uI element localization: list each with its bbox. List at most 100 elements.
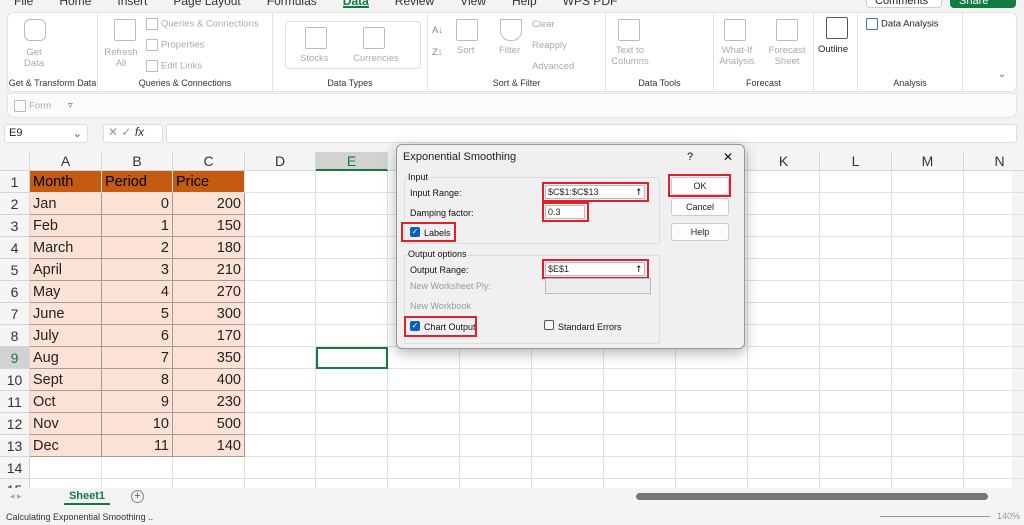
cell[interactable] (820, 391, 892, 413)
table-cell[interactable]: April (30, 259, 102, 281)
cell[interactable] (604, 369, 676, 391)
cell[interactable] (388, 435, 460, 457)
cell[interactable] (892, 281, 964, 303)
outline-button[interactable]: Outline (818, 44, 848, 55)
table-cell[interactable]: 3 (102, 259, 173, 281)
cell[interactable] (316, 369, 388, 391)
table-cell[interactable]: 1 (102, 215, 173, 237)
cell[interactable] (820, 215, 892, 237)
cell[interactable] (460, 347, 532, 369)
row-header-6[interactable]: 6 (0, 281, 30, 303)
cell[interactable] (388, 391, 460, 413)
cell[interactable] (820, 435, 892, 457)
cell[interactable] (460, 413, 532, 435)
cell[interactable] (964, 303, 1024, 325)
table-cell[interactable]: 9 (102, 391, 173, 413)
column-header-K[interactable]: K (748, 152, 820, 171)
cell[interactable] (892, 413, 964, 435)
scroll-tabs-icon[interactable]: ◂ ▸ (10, 491, 22, 502)
cell[interactable] (892, 171, 964, 193)
cell[interactable] (892, 259, 964, 281)
cell[interactable] (388, 413, 460, 435)
currencies-button[interactable]: Currencies (353, 53, 399, 64)
cell[interactable] (316, 193, 388, 215)
menu-help[interactable]: Help (512, 0, 537, 8)
standard-errors-checkbox[interactable] (544, 320, 554, 330)
table-cell[interactable]: 5 (102, 303, 173, 325)
cell[interactable] (892, 369, 964, 391)
cell[interactable] (964, 215, 1024, 237)
table-cell[interactable]: May (30, 281, 102, 303)
help-icon[interactable]: ? (687, 151, 693, 163)
cell[interactable] (748, 171, 820, 193)
table-cell[interactable]: Nov (30, 413, 102, 435)
cell[interactable] (820, 259, 892, 281)
cell[interactable] (245, 303, 316, 325)
table-cell[interactable]: 140 (173, 435, 245, 457)
row-header-3[interactable]: 3 (0, 215, 30, 237)
cell[interactable] (964, 193, 1024, 215)
cell[interactable] (676, 457, 748, 479)
get-data-button[interactable]: Get Data (18, 47, 50, 69)
row-header-5[interactable]: 5 (0, 259, 30, 281)
edit-links-button[interactable]: Edit Links (146, 60, 202, 72)
table-cell[interactable]: Feb (30, 215, 102, 237)
table-cell[interactable]: 150 (173, 215, 245, 237)
cell[interactable] (388, 369, 460, 391)
cell[interactable] (964, 237, 1024, 259)
cell[interactable] (460, 457, 532, 479)
cell[interactable] (964, 325, 1024, 347)
menu-view[interactable]: View (460, 0, 486, 8)
share-button[interactable]: Share (950, 0, 1016, 8)
menu-wps-pdf[interactable]: WPS PDF (563, 0, 618, 8)
column-header-E[interactable]: E (316, 152, 388, 171)
cell[interactable] (676, 391, 748, 413)
table-cell[interactable]: March (30, 237, 102, 259)
cell[interactable] (316, 237, 388, 259)
forecast-sheet-button[interactable]: Forecast Sheet (766, 45, 808, 67)
table-cell[interactable]: 8 (102, 369, 173, 391)
cell[interactable] (820, 193, 892, 215)
text-to-columns-button[interactable]: Text to Columns (608, 45, 652, 67)
cell[interactable] (316, 413, 388, 435)
column-header-L[interactable]: L (820, 152, 892, 171)
table-cell[interactable]: 7 (102, 347, 173, 369)
filter-button[interactable]: Filter (499, 45, 520, 56)
cell[interactable] (460, 391, 532, 413)
cell[interactable] (964, 369, 1024, 391)
cell[interactable] (316, 171, 388, 193)
table-cell[interactable]: 300 (173, 303, 245, 325)
table-cell[interactable]: 0 (102, 193, 173, 215)
table-cell[interactable]: 270 (173, 281, 245, 303)
cell[interactable] (748, 215, 820, 237)
cell[interactable] (316, 259, 388, 281)
cell[interactable] (964, 457, 1024, 479)
column-header-N[interactable]: N (964, 152, 1024, 171)
cell[interactable] (604, 435, 676, 457)
cell[interactable] (532, 369, 604, 391)
cell[interactable] (245, 325, 316, 347)
cell[interactable] (748, 303, 820, 325)
cell[interactable] (964, 413, 1024, 435)
column-header-B[interactable]: B (102, 152, 173, 171)
cell[interactable] (604, 457, 676, 479)
cell[interactable] (316, 325, 388, 347)
table-cell[interactable]: Jan (30, 193, 102, 215)
table-cell[interactable]: 200 (173, 193, 245, 215)
tab-sheet1[interactable]: Sheet1 (64, 488, 110, 505)
cell[interactable] (316, 215, 388, 237)
cell[interactable] (748, 369, 820, 391)
menu-formulas[interactable]: Formulas (267, 0, 317, 8)
cell[interactable] (820, 369, 892, 391)
properties-button[interactable]: Properties (146, 39, 204, 51)
cell[interactable] (820, 281, 892, 303)
cell[interactable] (820, 237, 892, 259)
sort-desc-icon[interactable]: Z↓ (432, 47, 443, 58)
cell[interactable] (820, 413, 892, 435)
cell[interactable] (532, 391, 604, 413)
cell[interactable] (748, 435, 820, 457)
cell[interactable] (532, 347, 604, 369)
cell[interactable] (388, 347, 460, 369)
cell[interactable] (820, 457, 892, 479)
cell[interactable] (820, 347, 892, 369)
